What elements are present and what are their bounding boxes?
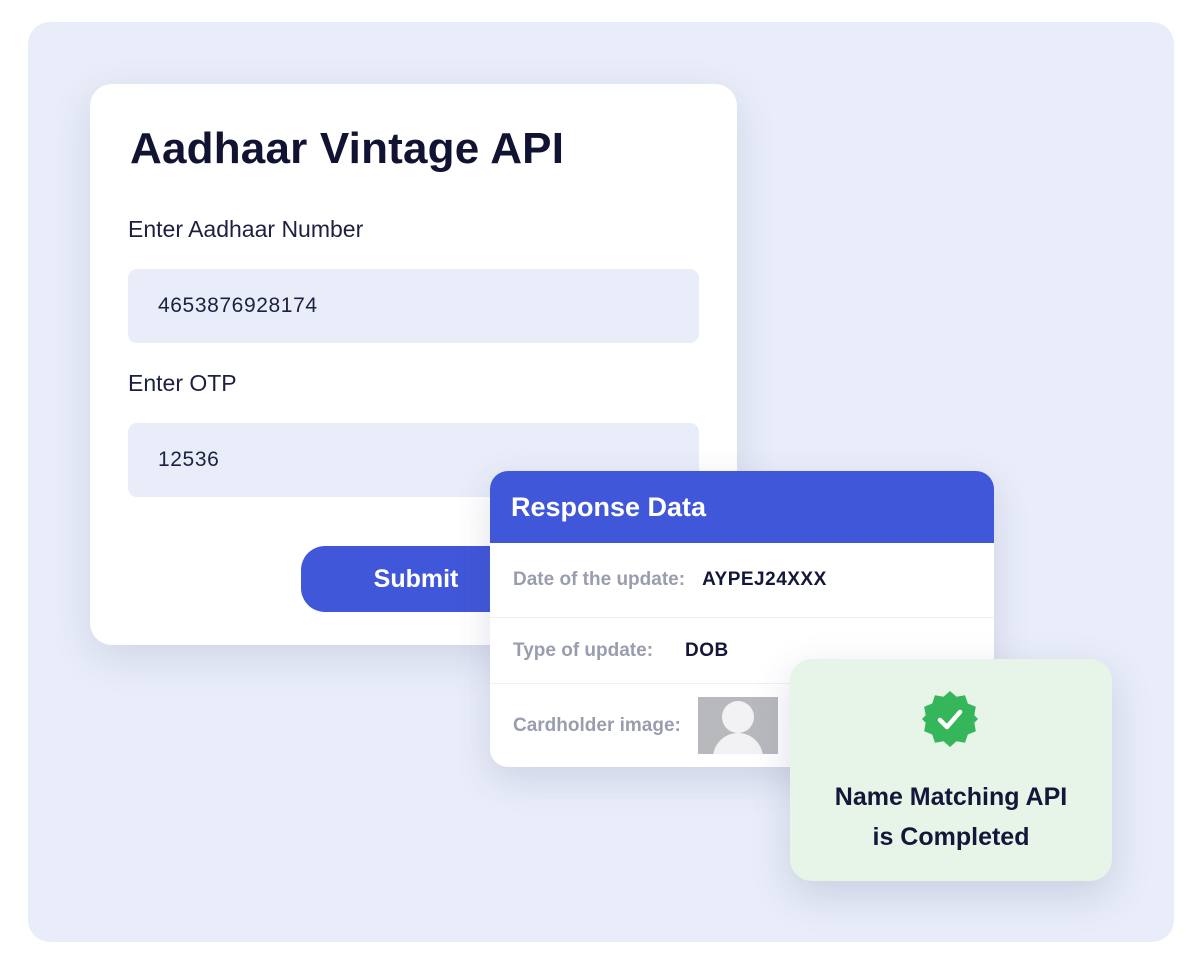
update-type-value: DOB	[685, 639, 729, 661]
aadhaar-number-label: Enter Aadhaar Number	[128, 216, 364, 242]
cardholder-image-label: Cardholder image:	[513, 714, 681, 736]
submit-button-label: Submit	[373, 564, 459, 593]
update-type-label: Type of update:	[513, 639, 654, 661]
update-date-value: AYPEJ24XXX	[702, 569, 827, 590]
otp-label: Enter OTP	[128, 370, 237, 396]
completion-message: Name Matching API is Completed	[790, 777, 1112, 857]
response-title: Response Data	[490, 471, 994, 543]
cardholder-avatar-icon	[697, 697, 778, 754]
aadhaar-number-input[interactable]: 4653876928174	[128, 269, 699, 343]
form-title: Aadhaar Vintage API	[130, 124, 565, 173]
completion-line-1: Name Matching API	[834, 783, 1068, 811]
completion-status-card: Name Matching API is Completed	[790, 659, 1112, 881]
update-date-label: Date of the update:	[513, 569, 686, 590]
verified-check-icon	[922, 691, 978, 747]
response-row-update-date: Date of the update: AYPEJ24XXX	[490, 543, 994, 617]
completion-line-2: is Completed	[872, 823, 1030, 851]
